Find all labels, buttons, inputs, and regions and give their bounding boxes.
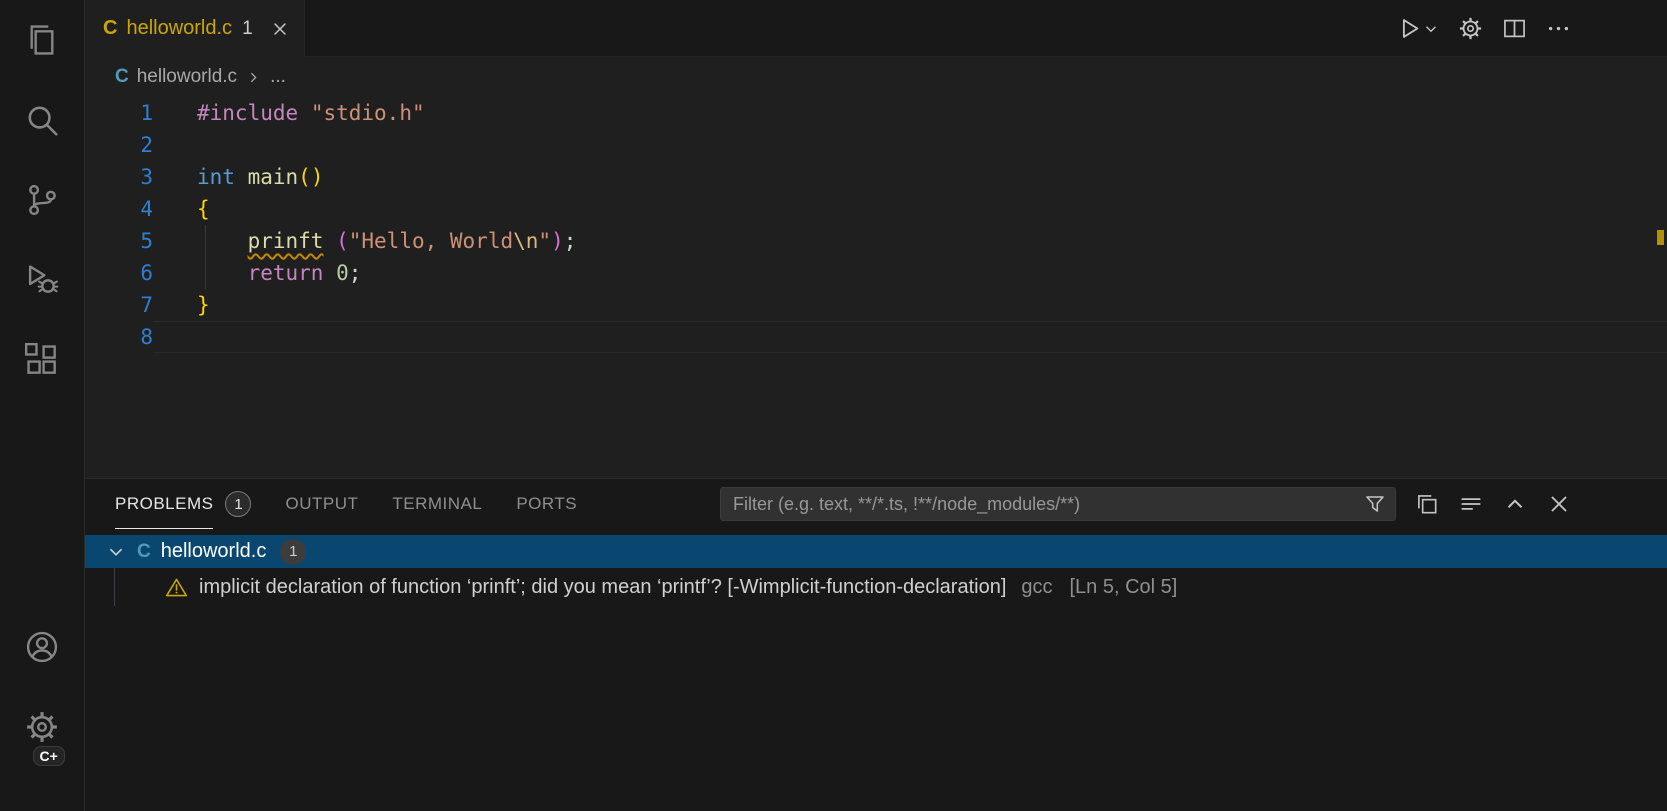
search-icon — [23, 101, 61, 139]
chevron-right-icon — [245, 69, 262, 86]
file-name: helloworld.c — [161, 540, 267, 563]
account-icon — [23, 628, 61, 666]
line-content: prinft ("Hello, World\n"); — [153, 225, 1667, 257]
line-number: 3 — [85, 161, 153, 193]
tree-indent-guide — [114, 568, 115, 606]
play-icon — [1396, 15, 1423, 42]
explorer-button[interactable] — [0, 0, 85, 80]
line-content: int main() — [153, 161, 1667, 193]
code-line-2[interactable]: 2 — [85, 129, 1667, 161]
panel-tab-label: PROBLEMS — [115, 479, 213, 529]
chevron-down-icon[interactable] — [105, 541, 127, 563]
panel-tabs: PROBLEMS 1 OUTPUT TERMINAL PORTS — [115, 479, 577, 529]
file-problem-count: 1 — [280, 539, 306, 565]
problem-source: gcc — [1021, 576, 1052, 599]
menu-lines-icon[interactable] — [1458, 491, 1484, 517]
breadcrumbs: C helloworld.c ... — [85, 57, 1667, 97]
tab-helloworld[interactable]: C helloworld.c 1 — [85, 0, 305, 57]
line-number: 4 — [85, 193, 153, 225]
chevron-down-icon[interactable] — [1422, 20, 1440, 38]
panel-tab-ports[interactable]: PORTS — [516, 479, 577, 529]
profile-badge: C+ — [33, 746, 65, 766]
code-lines: 1#include "stdio.h"23int main()4{5 prinf… — [85, 97, 1667, 353]
panel-tab-output[interactable]: OUTPUT — [285, 479, 358, 529]
code-line-6[interactable]: 6 return 0; — [85, 257, 1667, 289]
bottom-panel: PROBLEMS 1 OUTPUT TERMINAL PORTS C helloworl… — [85, 478, 1667, 811]
run-button[interactable] — [1396, 15, 1440, 42]
code-line-7[interactable]: 7} — [85, 289, 1667, 321]
line-content: #include "stdio.h" — [153, 97, 1667, 129]
run-and-debug-button[interactable] — [0, 240, 85, 320]
activity-bar-bottom: C+ — [0, 607, 84, 811]
editor-area: C helloworld.c 1 C helloworld.c ... — [85, 0, 1667, 811]
panel-tab-label: OUTPUT — [285, 479, 358, 529]
panel-tab-problems[interactable]: PROBLEMS 1 — [115, 479, 251, 529]
line-number: 6 — [85, 257, 153, 289]
panel-tab-label: TERMINAL — [392, 479, 482, 529]
filter-input[interactable] — [733, 494, 1363, 515]
line-number: 2 — [85, 129, 153, 161]
c-file-icon: C — [137, 541, 151, 563]
indent-guide — [205, 225, 206, 289]
panel-header: PROBLEMS 1 OUTPUT TERMINAL PORTS — [85, 479, 1667, 529]
code-line-1[interactable]: 1#include "stdio.h" — [85, 97, 1667, 129]
files-icon — [23, 21, 61, 59]
line-content — [153, 321, 1667, 353]
code-line-8[interactable]: 8 — [85, 321, 1667, 353]
close-panel-icon[interactable] — [1546, 491, 1572, 517]
activity-bar: C+ — [0, 0, 85, 811]
close-tab-icon[interactable] — [270, 19, 290, 39]
split-editor-icon[interactable] — [1501, 15, 1528, 42]
extensions-icon — [23, 341, 61, 379]
problems-file-group[interactable]: C helloworld.c 1 — [85, 535, 1667, 568]
problem-message: implicit declaration of function ‘prinft… — [199, 576, 1006, 599]
maximize-panel-icon[interactable] — [1502, 491, 1528, 517]
overview-ruler[interactable] — [1653, 97, 1667, 478]
manage-button[interactable]: C+ — [0, 687, 85, 767]
tab-problem-count: 1 — [242, 18, 253, 40]
line-number: 8 — [85, 321, 153, 353]
line-content: return 0; — [153, 257, 1667, 289]
accounts-button[interactable] — [0, 607, 85, 687]
problems-list: C helloworld.c 1 implicit declaration of… — [85, 535, 1667, 811]
search-button[interactable] — [0, 80, 85, 160]
line-content: } — [153, 289, 1667, 321]
tab-label: helloworld.c — [126, 17, 232, 40]
editor-actions — [1396, 0, 1572, 57]
c-file-icon: C — [103, 17, 117, 40]
editor-tab-bar: C helloworld.c 1 — [85, 0, 1667, 57]
run-debug-icon — [23, 261, 61, 299]
panel-tab-label: PORTS — [516, 479, 577, 529]
vscode-window: C+ C helloworld.c 1 — [0, 0, 1667, 811]
panel-actions — [1414, 491, 1572, 517]
filter-icon[interactable] — [1363, 492, 1387, 516]
more-actions-icon[interactable] — [1545, 15, 1572, 42]
panel-tab-terminal[interactable]: TERMINAL — [392, 479, 482, 529]
extensions-button[interactable] — [0, 320, 85, 400]
activity-bar-top — [0, 0, 84, 400]
line-content: { — [153, 193, 1667, 225]
code-line-5[interactable]: 5 prinft ("Hello, World\n"); — [85, 225, 1667, 257]
c-file-icon: C — [115, 66, 129, 88]
breadcrumb-symbol[interactable]: ... — [270, 66, 286, 88]
problems-filter[interactable] — [720, 487, 1396, 521]
code-line-3[interactable]: 3int main() — [85, 161, 1667, 193]
problems-count-badge: 1 — [225, 491, 251, 517]
line-number: 7 — [85, 289, 153, 321]
code-editor[interactable]: 1#include "stdio.h"23int main()4{5 prinf… — [85, 97, 1667, 478]
problem-item[interactable]: implicit declaration of function ‘prinft… — [85, 568, 1667, 606]
line-content — [153, 129, 1667, 161]
gear-icon — [23, 708, 61, 746]
line-number: 5 — [85, 225, 153, 257]
warning-overview-mark — [1657, 230, 1664, 245]
problem-location: [Ln 5, Col 5] — [1070, 576, 1178, 599]
code-line-4[interactable]: 4{ — [85, 193, 1667, 225]
collapse-all-icon[interactable] — [1414, 491, 1440, 517]
breadcrumb-file[interactable]: helloworld.c — [137, 66, 237, 88]
source-control-button[interactable] — [0, 160, 85, 240]
gear-icon[interactable] — [1457, 15, 1484, 42]
warning-icon — [165, 576, 188, 599]
line-number: 1 — [85, 97, 153, 129]
source-control-icon — [23, 181, 61, 219]
